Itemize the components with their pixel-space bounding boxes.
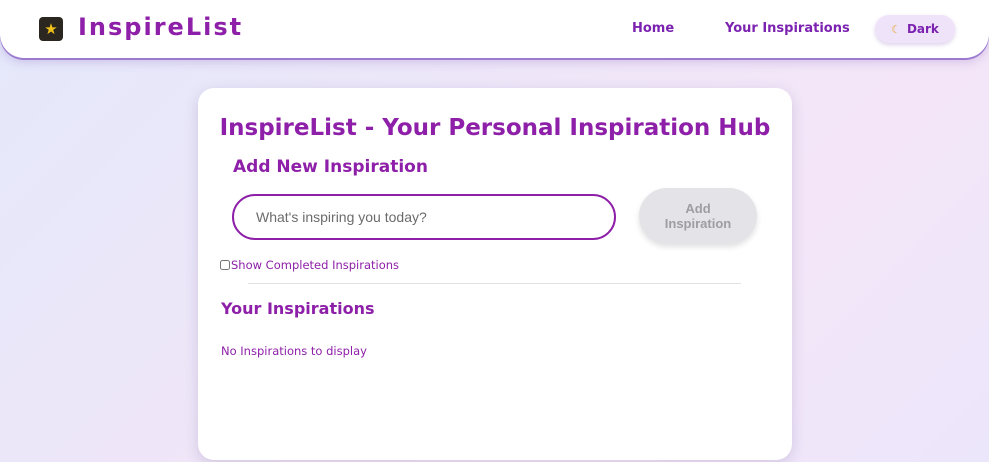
show-completed-label: Show Completed Inspirations — [231, 258, 400, 272]
show-completed-checkbox[interactable] — [220, 260, 230, 270]
inspiration-input[interactable] — [232, 194, 616, 240]
page-title: InspireList - Your Personal Inspiration … — [219, 115, 771, 141]
nav-link-home[interactable]: Home — [632, 21, 674, 36]
main-card: InspireList - Your Personal Inspiration … — [198, 88, 792, 460]
show-completed-filter[interactable]: Show Completed Inspirations — [220, 258, 399, 272]
dark-mode-label: Dark — [906, 22, 939, 36]
section-divider — [248, 283, 741, 284]
empty-list-message: No Inspirations to display — [221, 344, 367, 358]
star-icon: ★ — [39, 17, 63, 41]
add-inspiration-button[interactable]: Add Inspiration — [639, 188, 757, 244]
nav-link-your-inspirations[interactable]: Your Inspirations — [725, 21, 850, 36]
brand-title[interactable]: InspireList — [78, 13, 243, 41]
dark-mode-toggle[interactable]: ☾ Dark — [875, 15, 955, 43]
moon-icon: ☾ — [891, 22, 901, 36]
top-navbar: ★ InspireList Home Your Inspirations ☾ D… — [0, 0, 989, 58]
list-section-heading: Your Inspirations — [221, 299, 375, 318]
add-section-heading: Add New Inspiration — [233, 157, 428, 177]
